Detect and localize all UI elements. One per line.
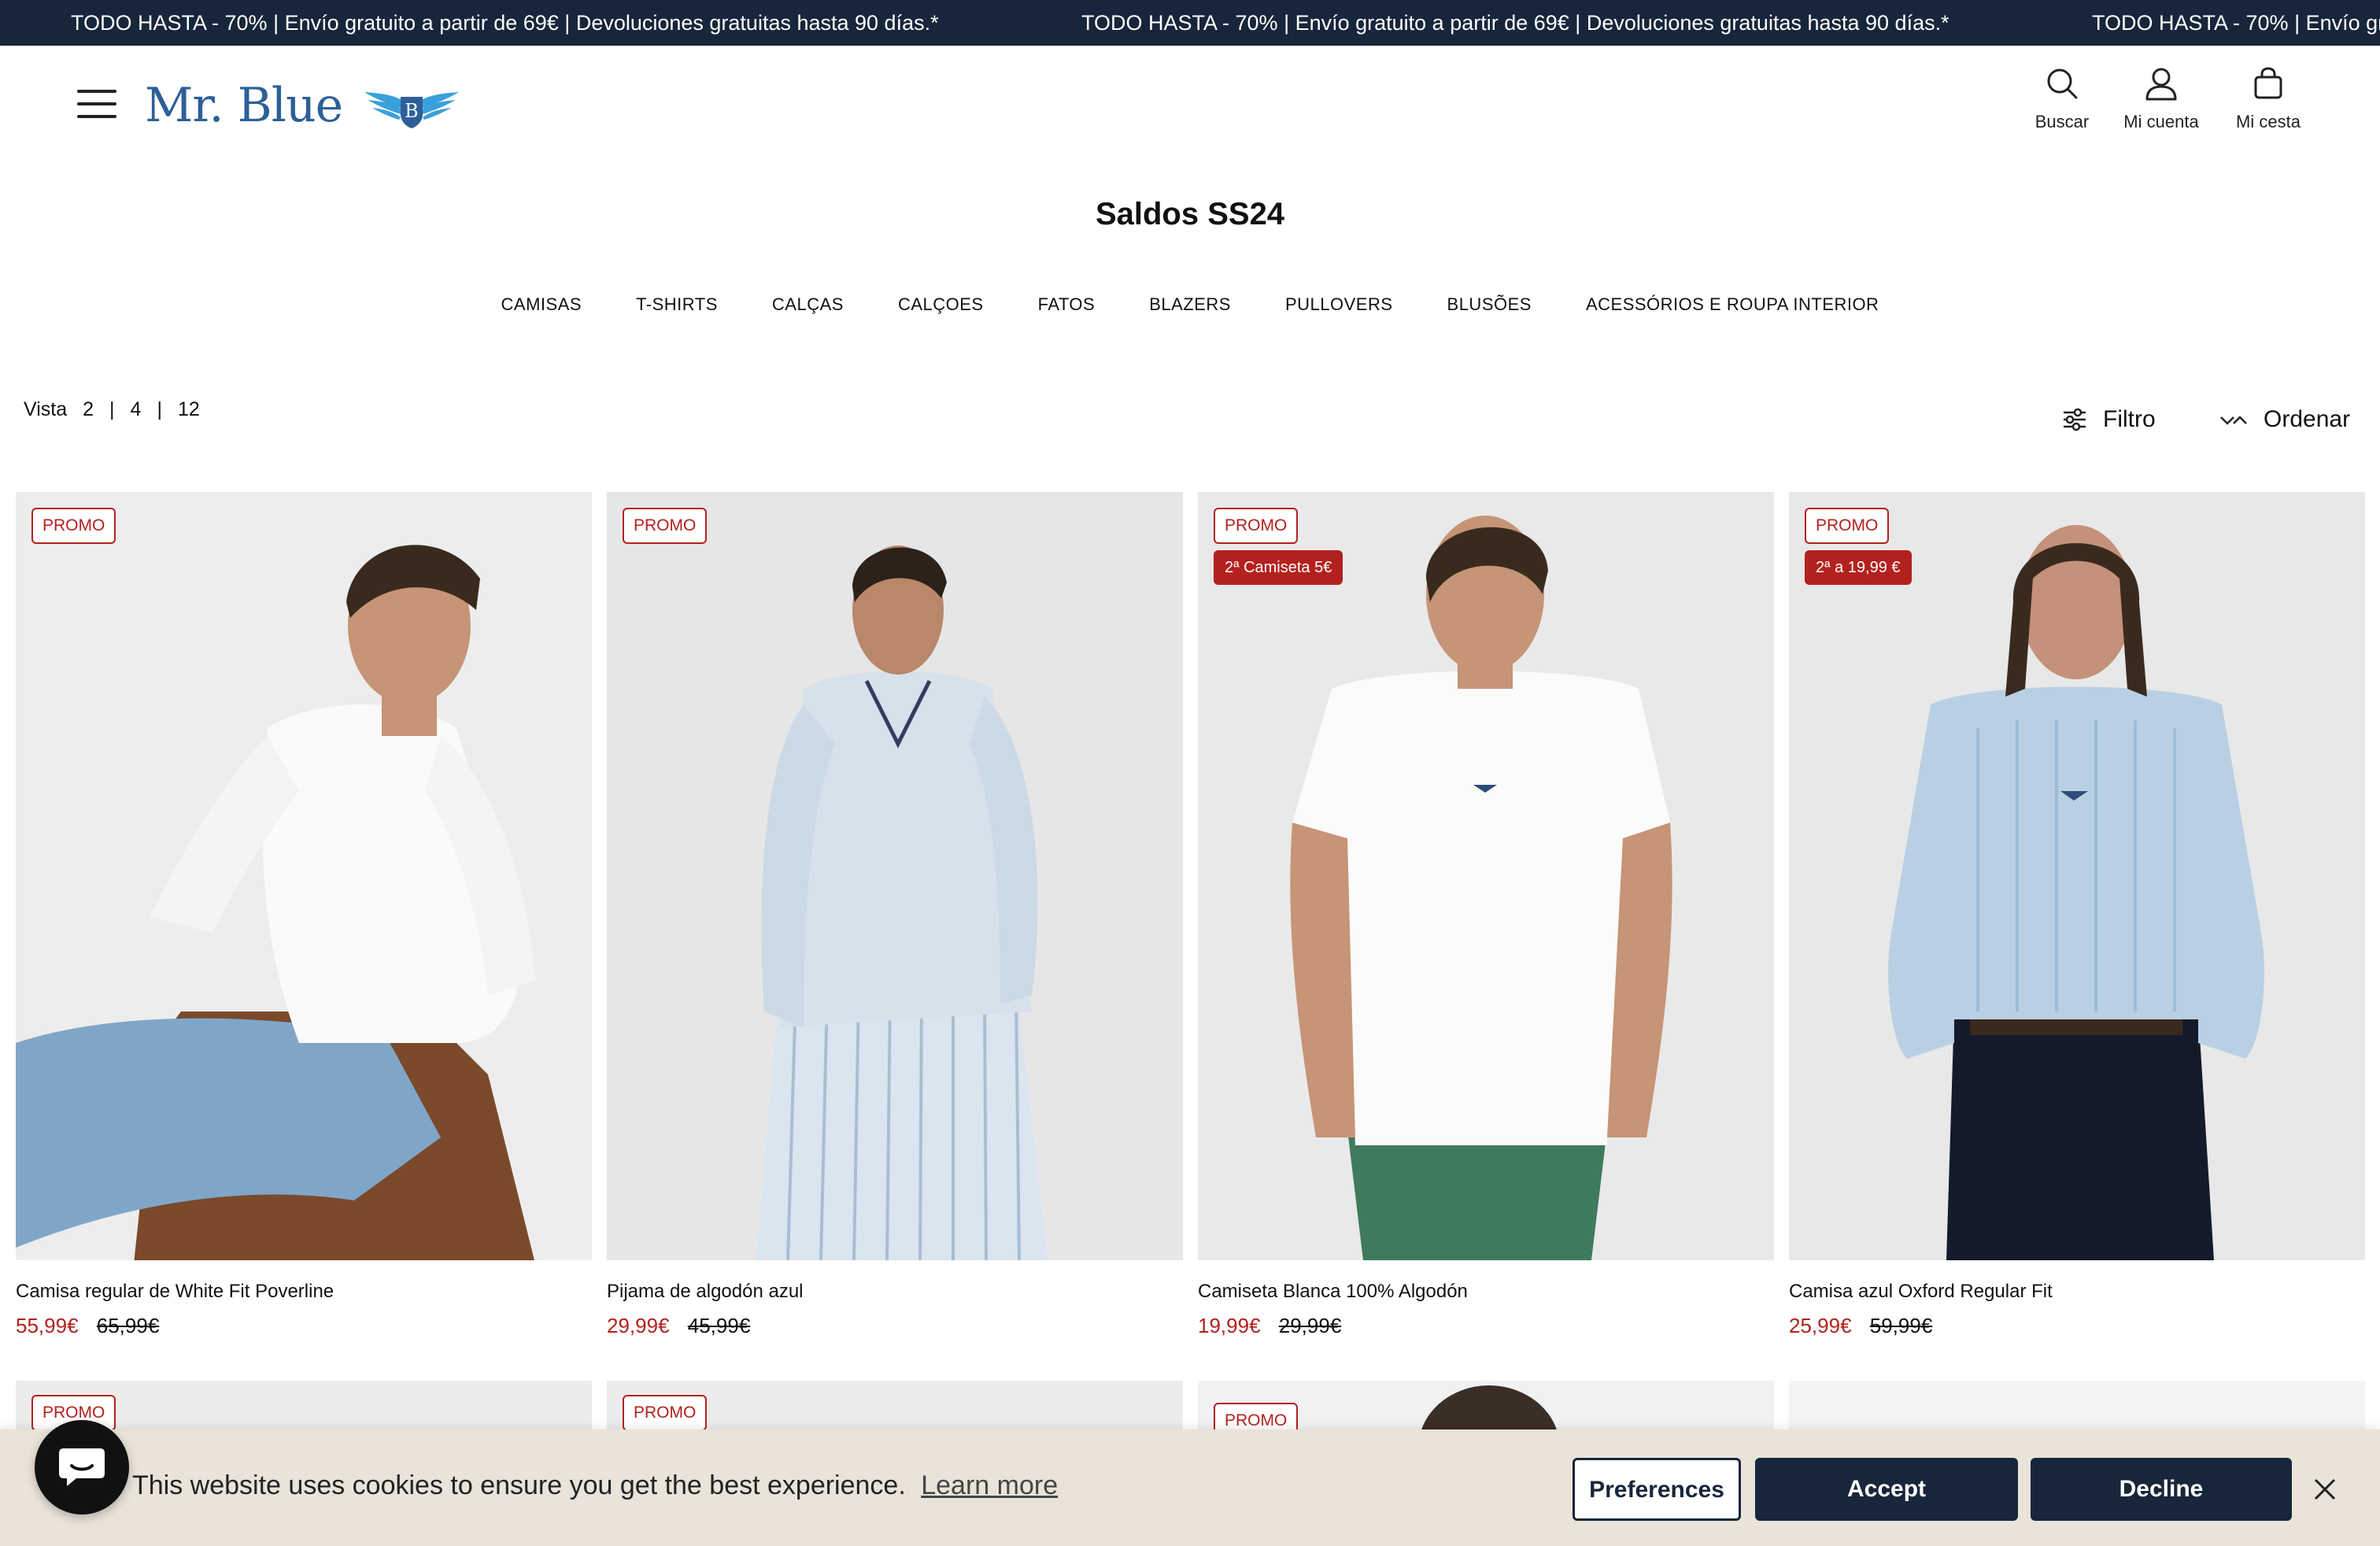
bag-icon [2254, 67, 2282, 99]
product-old-price: 29,99€ [1278, 1314, 1342, 1337]
search-button[interactable]: Buscar [2007, 66, 2117, 132]
sort-label: Ordenar [2264, 406, 2351, 432]
view-selector: Vista 2 | 4 | 12 [24, 398, 200, 421]
close-icon[interactable] [2312, 1477, 2338, 1502]
product-image[interactable]: PROMO 2ª Camiseta 5€ [1198, 492, 1774, 1260]
product-name[interactable]: Camisa azul Oxford Regular Fit [1789, 1281, 2365, 1303]
view-separator: | [157, 398, 162, 420]
category-link[interactable]: BLUSÕES [1447, 294, 1532, 315]
product-card[interactable]: PROMO 2ª Camiseta 5€ Camiseta Blanca 100… [1198, 492, 1774, 1338]
product-old-price: 45,99€ [687, 1314, 751, 1337]
category-nav: CAMISAS T-SHIRTS CALÇAS CALÇOES FATOS BL… [0, 294, 2380, 315]
search-label: Buscar [2034, 112, 2090, 131]
decline-button[interactable]: Decline [2031, 1458, 2292, 1521]
learn-more-link[interactable]: Learn more [921, 1470, 1058, 1500]
product-name[interactable]: Camiseta Blanca 100% Algodón [1198, 1281, 1774, 1303]
logo[interactable]: Mr. Blue B [145, 74, 467, 137]
view-option-12[interactable]: 12 [178, 398, 200, 421]
sliders-icon [2064, 408, 2086, 431]
menu-icon[interactable] [77, 90, 116, 118]
category-link[interactable]: T-SHIRTS [636, 294, 718, 315]
view-option-4[interactable]: 4 [131, 398, 142, 421]
product-card[interactable]: PROMO Camisa regular de White Fit Poverl… [16, 492, 592, 1338]
product-price: 29,99€ [607, 1314, 670, 1337]
category-link[interactable]: CAMISAS [501, 294, 582, 315]
sort-icon [2220, 416, 2247, 425]
product-image[interactable]: PROMO [607, 492, 1183, 1260]
product-card[interactable]: PROMO 2ª a 19,99 € Camisa azul Oxford Re… [1789, 492, 2365, 1338]
product-price: 55,99€ [16, 1314, 79, 1337]
product-image[interactable]: PROMO [16, 492, 592, 1260]
view-label: Vista [24, 398, 68, 420]
product-card[interactable]: PROMO Pijama de algodón azul 29,99€ 45,9… [607, 492, 1183, 1338]
promo-badge: PROMO [1214, 508, 1299, 544]
announcement-text: TODO HASTA - 70% | Envío gratuito a part… [2092, 11, 2380, 35]
accept-button[interactable]: Accept [1755, 1458, 2018, 1521]
filter-label: Filtro [2103, 406, 2156, 432]
view-option-2[interactable]: 2 [83, 398, 94, 421]
category-link[interactable]: PULLOVERS [1285, 294, 1393, 315]
product-prices: 55,99€ 65,99€ [16, 1314, 592, 1338]
filter-button[interactable]: Filtro [2062, 406, 2156, 433]
product-old-price: 59,99€ [1869, 1314, 1933, 1337]
account-label: Mi cuenta [2123, 112, 2199, 131]
user-icon [2145, 68, 2177, 101]
product-photo [1290, 516, 1672, 1260]
cart-button[interactable]: Mi cesta [2213, 66, 2323, 132]
product-photo [16, 545, 535, 1260]
account-button[interactable]: Mi cuenta [2106, 66, 2216, 132]
product-photo [1888, 525, 2264, 1260]
cookie-banner: This website uses cookies to ensure you … [0, 1429, 2380, 1546]
preferences-button[interactable]: Preferences [1572, 1458, 1741, 1521]
logo-wings-icon: B [364, 92, 460, 128]
offer-badge: 2ª a 19,99 € [1805, 550, 1912, 585]
promo-badge: PROMO [31, 508, 116, 544]
category-link[interactable]: CALÇOES [898, 294, 984, 315]
product-prices: 29,99€ 45,99€ [607, 1314, 1183, 1338]
view-separator: | [109, 398, 115, 420]
cart-label: Mi cesta [2236, 112, 2301, 131]
svg-text:B: B [405, 100, 419, 122]
category-link[interactable]: CALÇAS [772, 294, 844, 315]
product-price: 25,99€ [1789, 1314, 1852, 1337]
search-icon [2047, 68, 2078, 99]
product-name[interactable]: Pijama de algodón azul [607, 1281, 1183, 1303]
sort-button[interactable]: Ordenar [2219, 406, 2350, 433]
chat-button[interactable] [35, 1420, 129, 1515]
category-link[interactable]: ACESSÓRIOS E ROUPA INTERIOR [1586, 294, 1879, 315]
product-prices: 19,99€ 29,99€ [1198, 1314, 1774, 1338]
product-old-price: 65,99€ [96, 1314, 160, 1337]
announcement-text: TODO HASTA - 70% | Envío gratuito a part… [1081, 11, 1949, 35]
announcement-bar: TODO HASTA - 70% | Envío gratuito a part… [0, 0, 2380, 46]
category-link[interactable]: FATOS [1038, 294, 1096, 315]
product-photo [756, 546, 1048, 1260]
cookie-message: This website uses cookies to ensure you … [132, 1470, 1058, 1501]
product-price: 19,99€ [1198, 1314, 1261, 1337]
logo-text: Mr. Blue [145, 78, 343, 133]
product-prices: 25,99€ 59,99€ [1789, 1314, 2365, 1338]
promo-badge: PROMO [623, 1395, 708, 1431]
promo-badge: PROMO [1805, 508, 1890, 544]
product-name[interactable]: Camisa regular de White Fit Poverline [16, 1281, 592, 1303]
promo-badge: PROMO [623, 508, 708, 544]
category-link[interactable]: BLAZERS [1149, 294, 1231, 315]
page-title: Saldos SS24 [1095, 197, 1285, 231]
cookie-text: This website uses cookies to ensure you … [132, 1470, 906, 1500]
announcement-text: TODO HASTA - 70% | Envío gratuito a part… [71, 11, 939, 35]
product-image[interactable]: PROMO 2ª a 19,99 € [1789, 492, 2365, 1260]
offer-badge: 2ª Camiseta 5€ [1214, 550, 1343, 585]
chat-icon [59, 1448, 105, 1486]
